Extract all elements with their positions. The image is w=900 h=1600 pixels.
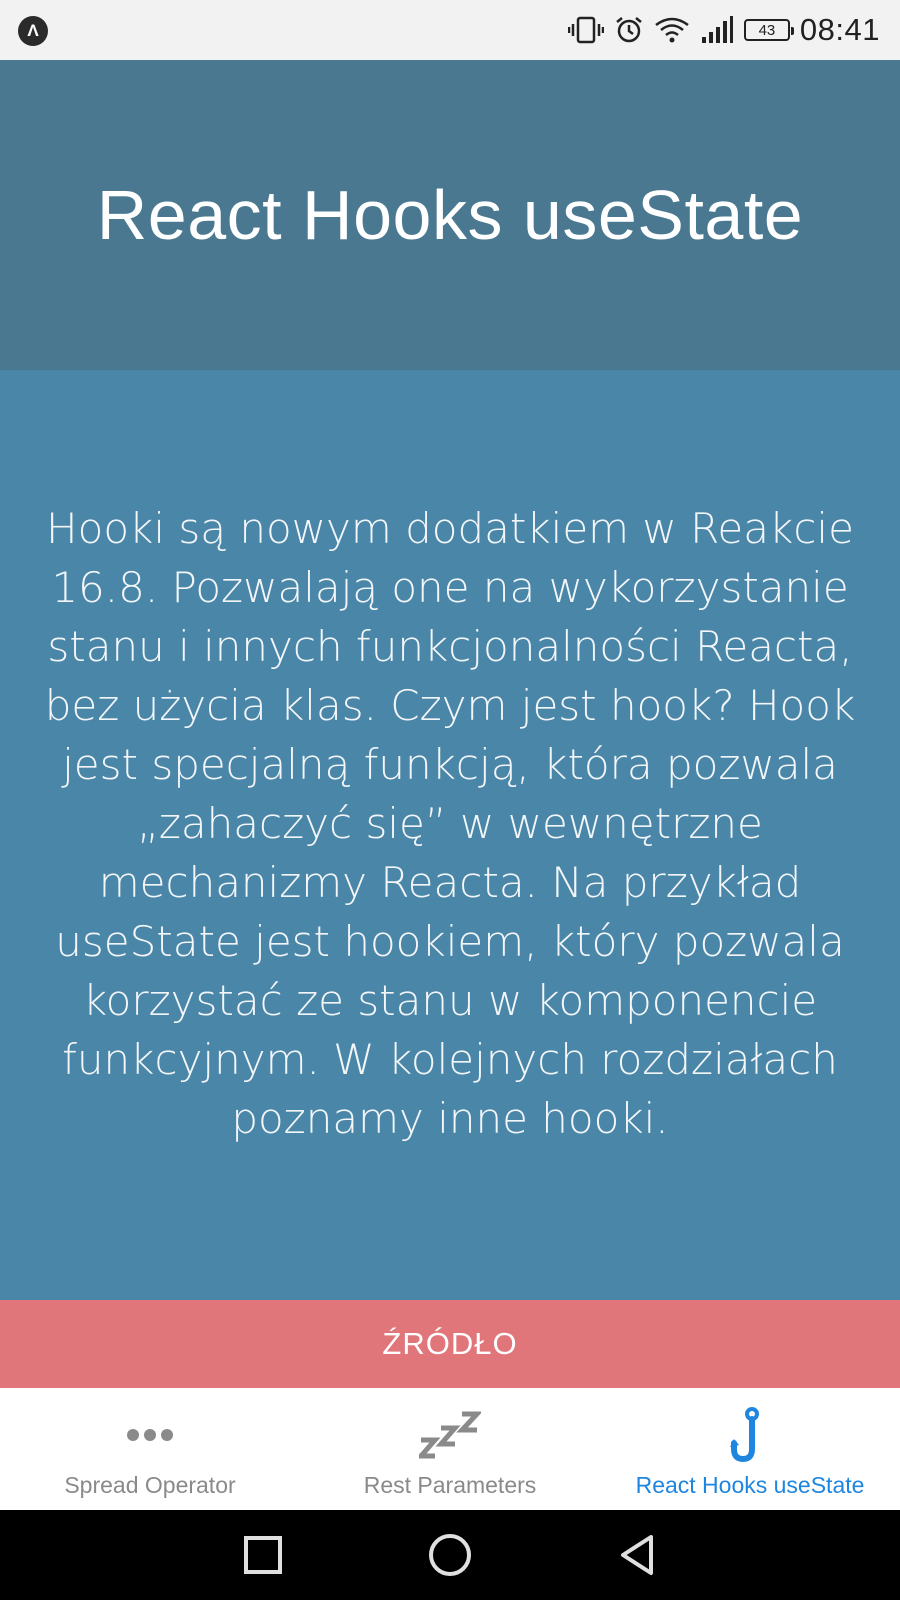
tab-spread-operator[interactable]: Spread Operator bbox=[0, 1388, 300, 1510]
recents-button[interactable] bbox=[233, 1525, 293, 1585]
vibrate-icon bbox=[567, 16, 604, 44]
page-title: React Hooks useState bbox=[96, 176, 804, 254]
circle-icon bbox=[428, 1534, 471, 1576]
signal-icon bbox=[701, 16, 733, 43]
bottom-tab-bar: Spread Operator Rest Parameters React Ho… bbox=[0, 1388, 900, 1510]
home-button[interactable] bbox=[420, 1525, 480, 1585]
tab-react-hooks-usestate[interactable]: React Hooks useState bbox=[600, 1388, 900, 1510]
status-clock: 08:41 bbox=[799, 12, 880, 47]
tab-rest-parameters[interactable]: Rest Parameters bbox=[300, 1388, 600, 1510]
app-notification-icon: Λ bbox=[18, 16, 48, 46]
description-text: Hooki są nowym dodatkiem w Reakcie 16.8.… bbox=[44, 503, 856, 1143]
back-button[interactable] bbox=[607, 1525, 667, 1585]
alarm-icon bbox=[616, 17, 642, 43]
content-panel: Hooki są nowym dodatkiem w Reakcie 16.8.… bbox=[0, 370, 900, 1300]
tab-label: Rest Parameters bbox=[363, 1472, 537, 1498]
tab-label: Spread Operator bbox=[64, 1472, 236, 1498]
sleep-zzz-icon bbox=[419, 1406, 481, 1464]
tab-label: React Hooks useState bbox=[635, 1472, 865, 1498]
hook-icon bbox=[730, 1406, 770, 1464]
system-navigation-bar bbox=[0, 1510, 900, 1600]
more-dots-icon bbox=[125, 1406, 175, 1464]
status-bar: Λ 43 08:41 bbox=[0, 0, 900, 60]
triangle-back-icon bbox=[620, 1535, 653, 1575]
source-button[interactable]: ŹRÓDŁO bbox=[0, 1300, 900, 1388]
square-icon bbox=[244, 1536, 283, 1574]
status-icons: 43 08:41 bbox=[567, 12, 880, 48]
page-header: React Hooks useState bbox=[0, 60, 900, 370]
battery-icon: 43 bbox=[743, 19, 794, 41]
wifi-icon bbox=[655, 17, 689, 43]
